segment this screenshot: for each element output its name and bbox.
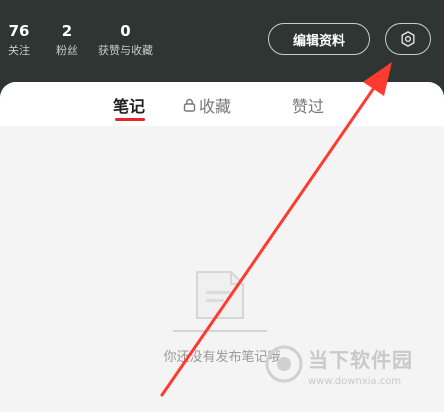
- tab-bar: 笔记 收藏 赞过: [0, 82, 444, 126]
- watermark-logo: [265, 345, 303, 383]
- edit-profile-button[interactable]: 编辑资料: [268, 23, 370, 55]
- active-tab-indicator: [115, 118, 145, 121]
- stat-following-label: 关注: [8, 44, 30, 57]
- empty-note-icon: [173, 271, 267, 332]
- watermark-title: 当下软件园: [308, 348, 413, 372]
- stat-likes-count: 0: [120, 22, 131, 40]
- settings-button[interactable]: [385, 23, 431, 55]
- stat-followers-count: 2: [61, 22, 73, 40]
- stat-likes-label: 获赞与收藏: [98, 44, 153, 57]
- tab-liked[interactable]: 赞过: [292, 93, 324, 117]
- tab-liked-label: 赞过: [292, 97, 325, 116]
- tab-collections-label: 收藏: [199, 97, 232, 116]
- tab-notes-label: 笔记: [113, 97, 146, 116]
- gear-icon: [401, 31, 415, 47]
- watermark-url: www.downxia.com: [308, 376, 402, 387]
- stat-likes-collects[interactable]: 0 获赞与收藏: [98, 22, 153, 59]
- stat-followers-label: 粉丝: [56, 44, 78, 57]
- tab-collections[interactable]: 收藏: [183, 93, 231, 117]
- stat-following-count: 76: [8, 22, 30, 40]
- stat-followers[interactable]: 2 粉丝: [56, 22, 78, 59]
- tab-notes[interactable]: 笔记: [113, 93, 145, 117]
- stat-following[interactable]: 76 关注: [8, 22, 30, 59]
- lock-icon: [183, 98, 196, 112]
